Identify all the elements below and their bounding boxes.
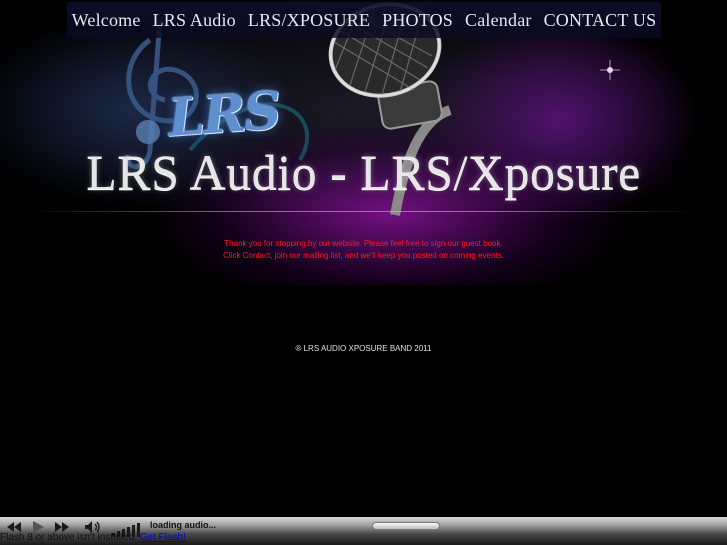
lrs-logo: LRS xyxy=(166,80,282,149)
clef-dot xyxy=(136,120,160,144)
banner-divider xyxy=(30,211,697,212)
player-status: loading audio... xyxy=(150,520,216,530)
welcome-line-1: Thank you for stopping by our website. P… xyxy=(224,239,503,248)
nav-welcome[interactable]: Welcome xyxy=(72,10,141,31)
get-flash-link[interactable]: Get Flash! xyxy=(140,532,186,543)
flash-warning: Flash 8 or above isn't installed. Get Fl… xyxy=(0,532,186,543)
nav-lrs-audio[interactable]: LRS Audio xyxy=(153,10,236,31)
nav-photos[interactable]: PHOTOS xyxy=(382,10,453,31)
flash-warning-text: Flash 8 or above isn't installed. xyxy=(0,532,137,543)
banner-title: LRS Audio - LRS/Xposure xyxy=(86,144,641,200)
nav-lrs-xposure[interactable]: LRS/XPOSURE xyxy=(248,10,370,31)
copyright-notice: ® LRS AUDIO XPOSURE BAND 2011 xyxy=(295,344,432,353)
welcome-message: Thank you for stopping by our website. P… xyxy=(0,238,727,262)
nav-calendar[interactable]: Calendar xyxy=(465,10,532,31)
main-nav: Welcome LRS Audio LRS/XPOSURE PHOTOS Cal… xyxy=(67,2,661,38)
audio-player-bar: loading audio... Flash 8 or above isn't … xyxy=(0,517,727,545)
seek-bar[interactable] xyxy=(372,522,440,530)
page: LRS LRS Audio - LRS/Xposure Welcome LRS … xyxy=(0,0,727,545)
welcome-line-2: Click Contact, join our mailing list, an… xyxy=(223,251,504,260)
nav-contact-us[interactable]: CONTACT US xyxy=(544,10,657,31)
